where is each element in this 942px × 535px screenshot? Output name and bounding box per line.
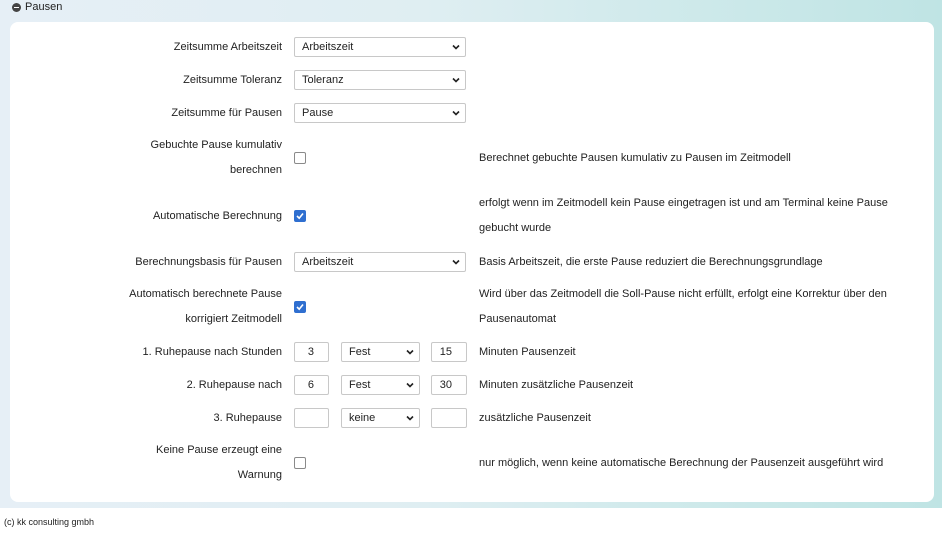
desc-line: Wird über das Zeitmodell die Soll-Pause … [479,288,887,300]
chevron-down-icon [406,415,414,421]
section-title: Pausen [25,1,63,13]
chevron-down-icon [452,259,460,265]
label-korrektur-zeitmodell: Automatisch berechnete Pause korrigiert … [10,282,300,332]
select-ruhepause-2-modus[interactable]: Fest [341,375,420,395]
desc-keine-pause-warnung: nur möglich, wenn keine automatische Ber… [479,457,884,469]
input-ruhepause-3-stunden[interactable] [294,408,329,428]
label-line: korrigiert Zeitmodell [185,313,282,325]
desc-korrektur-zeitmodell: Wird über das Zeitmodell die Soll-Pause … [479,282,919,332]
input-ruhepause-2-stunden[interactable]: 6 [294,375,329,395]
chevron-down-icon [452,110,460,116]
desc-automatische-berechnung: erfolgt wenn im Zeitmodell kein Pause ei… [479,191,919,241]
checkbox-pause-kumulativ[interactable] [294,152,306,164]
desc-line: erfolgt wenn im Zeitmodell kein Pause ei… [479,197,888,209]
label-zeitsumme-arbeitszeit: Zeitsumme Arbeitszeit [173,41,282,53]
select-ruhepause-1-modus[interactable]: Fest [341,342,420,362]
select-zeitsumme-pausen[interactable]: Pause [294,103,466,123]
label-berechnungsbasis: Berechnungsbasis für Pausen [135,256,282,268]
select-zeitsumme-toleranz[interactable]: Toleranz [294,70,466,90]
checkmark-icon [296,212,304,220]
label-ruhepause-2: 2. Ruhepause nach [186,379,282,391]
select-ruhepause-3-modus[interactable]: keine [341,408,420,428]
select-zeitsumme-arbeitszeit[interactable]: Arbeitszeit [294,37,466,57]
select-berechnungsbasis[interactable]: Arbeitszeit [294,252,466,272]
select-value: Arbeitszeit [302,256,354,268]
collapse-minus-icon[interactable] [12,2,21,12]
checkbox-keine-pause-warnung[interactable] [294,457,306,469]
chevron-down-icon [406,382,414,388]
desc-ruhepause-1: Minuten Pausenzeit [479,346,576,358]
chevron-down-icon [452,77,460,83]
label-line: Keine Pause erzeugt eine [156,444,282,456]
pausen-panel: Zeitsumme Arbeitszeit Arbeitszeit Zeitsu… [10,22,934,502]
input-ruhepause-3-minuten[interactable] [431,408,467,428]
checkmark-icon [296,303,304,311]
desc-ruhepause-2: Minuten zusätzliche Pausenzeit [479,379,634,391]
input-ruhepause-1-stunden[interactable]: 3 [294,342,329,362]
desc-pause-kumulativ: Berechnet gebuchte Pausen kumulativ zu P… [479,152,791,164]
input-ruhepause-1-minuten[interactable]: 15 [431,342,467,362]
label-zeitsumme-toleranz: Zeitsumme Toleranz [183,74,282,86]
select-value: Fest [349,379,371,391]
label-line: Warnung [237,469,282,481]
desc-ruhepause-3: zusätzliche Pausenzeit [479,412,591,424]
select-value: Pause [302,107,334,119]
select-value: Toleranz [302,74,344,86]
label-keine-pause-warnung: Keine Pause erzeugt eine Warnung [10,438,300,488]
select-value: Fest [349,346,371,358]
label-zeitsumme-pausen: Zeitsumme für Pausen [171,107,282,119]
label-line: Gebuchte Pause kumulativ [150,139,282,151]
label-pause-kumulativ: Gebuchte Pause kumulativ berechnen [10,133,300,183]
section-header-pausen[interactable]: Pausen [12,0,62,14]
label-ruhepause-3: 3. Ruhepause [213,412,283,424]
label-line: Automatisch berechnete Pause [129,288,282,300]
footer-copyright: (c) kk consulting gmbh [4,517,95,527]
select-value: Arbeitszeit [302,41,354,53]
select-value: keine [349,412,376,424]
chevron-down-icon [406,349,414,355]
label-ruhepause-1: 1. Ruhepause nach Stunden [142,346,282,358]
desc-line: Pausenautomat [479,313,557,325]
label-automatische-berechnung: Automatische Berechnung [152,210,282,222]
desc-line: gebucht wurde [479,222,552,234]
input-ruhepause-2-minuten[interactable]: 30 [431,375,467,395]
desc-berechnungsbasis: Basis Arbeitszeit, die erste Pause reduz… [479,256,823,268]
checkbox-automatische-berechnung[interactable] [294,210,306,222]
label-line: berechnen [230,164,282,176]
checkbox-korrektur-zeitmodell[interactable] [294,301,306,313]
chevron-down-icon [452,44,460,50]
